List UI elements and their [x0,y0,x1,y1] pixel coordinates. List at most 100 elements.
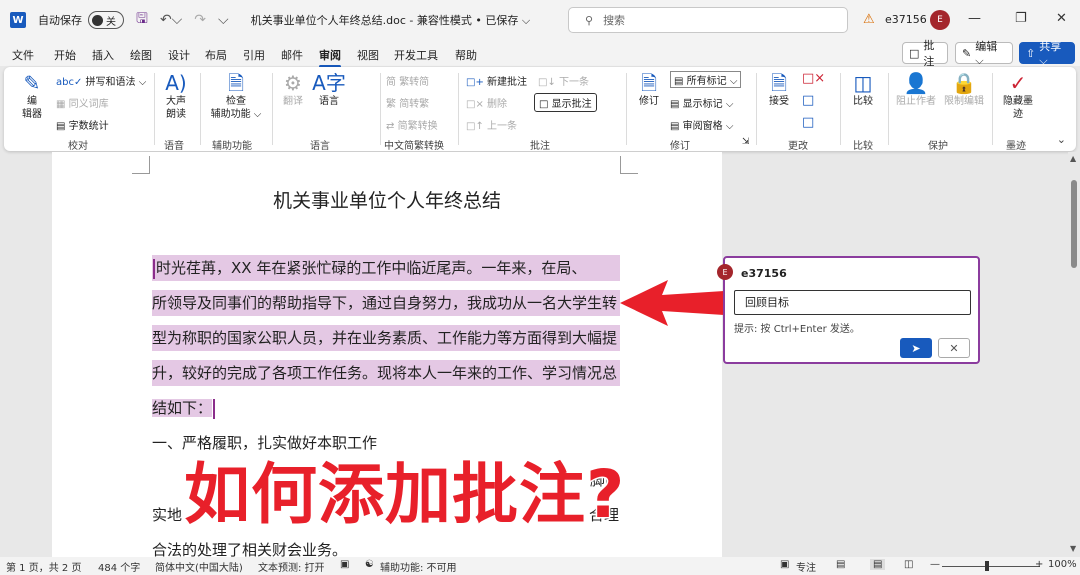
delete-comment-button[interactable]: □× 删除 [466,95,507,110]
trad-to-simp-button[interactable]: 简 繁转简 [386,73,429,88]
show-comments-button[interactable]: □ 显示批注 [534,93,597,112]
previous-comment-button[interactable]: □↑ 上一条 [466,117,517,132]
markup-select[interactable]: ▤ 所有标记 ⌵ [670,71,742,88]
paragraph-text[interactable]: 合法的处理了相关财会业务。 [152,537,347,557]
focus-icon: ▣ [780,559,790,570]
proofing-group-label: 校对 [68,141,88,152]
block-authors-button[interactable]: 👤 阻止作者 [894,71,938,108]
zoom-slider-thumb[interactable] [985,561,989,571]
simp-trad-convert-button[interactable]: ⇄ 简繁转换 [386,117,438,132]
tab-view[interactable]: 视图 [357,47,379,63]
section-heading[interactable]: 一、严格履职，扎实做好本职工作 [152,430,377,456]
avatar[interactable]: E [930,10,950,30]
zoom-in-icon[interactable]: + [1035,559,1043,570]
tab-design[interactable]: 设计 [168,47,190,63]
new-comment-button[interactable]: □+ 新建批注 [466,73,527,88]
editing-mode-button[interactable]: ✎ 编辑 ⌵ [955,40,1013,67]
language-button[interactable]: A字 语言 [312,71,346,108]
collapse-ribbon-icon[interactable]: ⌄ [1057,133,1066,146]
paragraph-line-selected[interactable]: 型为称职的国家公职人员，并在业务素质、工作能力等方面得到大幅提 [152,325,620,351]
zoom-level[interactable]: 100% [1048,559,1077,570]
macro-icon[interactable]: ▣ [340,559,349,570]
markup-icon: ▤ [674,76,684,87]
warning-icon[interactable]: ⚠ [863,12,875,27]
ribbon-separator [888,73,889,145]
document-heading[interactable]: 机关事业单位个人年终总结 [52,186,722,213]
hide-ink-button[interactable]: ✓ 隐藏墨 迹 [998,71,1038,121]
ribbon: ✎ 编 辑器 abc✓ 拼写和语法 ⌵ ▦ 同义词库 ▤ 字数统计 校对 A) … [4,67,1076,152]
paragraph-line-selected[interactable]: 所领导及同事们的帮助指导下，通过自身努力，我成功从一名大学生转 [152,290,620,316]
simp-to-trad-button[interactable]: 繁 简转繁 [386,95,429,110]
show-markup-label: 显示标记 ⌵ [682,99,734,110]
restore-icon[interactable]: ❐ [1015,11,1027,26]
paragraph-line-selected[interactable]: 升，较好的完成了各项工作任务。现将本人一年来的工作、学习情况总 [152,360,620,386]
accessibility-status[interactable]: 辅助功能: 不可用 [380,559,457,574]
simp-trad-convert-label: 简繁转换 [397,121,438,132]
next-change-icon[interactable]: □ [802,115,814,130]
tab-developer[interactable]: 开发工具 [394,47,438,63]
accept-button[interactable]: 🗎 接受 [762,71,796,108]
thesaurus-button[interactable]: ▦ 同义词库 [56,95,109,110]
minimize-icon[interactable]: — [968,11,981,26]
restrict-editing-button[interactable]: 🔒 限制编辑 [942,71,986,108]
review-pane-button[interactable]: ▤ 审阅窗格 ⌵ [670,117,733,132]
show-markup-button[interactable]: ▤ 显示标记 ⌵ [670,95,733,110]
comment-input[interactable]: 回顾目标 [734,290,971,315]
word-count-button[interactable]: ▤ 字数统计 [56,117,109,132]
reject-icon[interactable]: □× [802,71,825,86]
tab-file[interactable]: 文件 [12,47,34,63]
web-layout-icon[interactable]: ◫ [904,559,913,570]
translate-button[interactable]: ⚙ 翻译 [276,71,310,108]
spelling-grammar-button[interactable]: abc✓ 拼写和语法 ⌵ [56,73,146,88]
accessibility-check-icon: 🗎 [227,71,245,95]
vertical-scrollbar[interactable]: ▲ ▼ [1068,152,1080,557]
zoom-slider-track[interactable] [942,566,1040,567]
customize-toolbar-icon[interactable]: ⌵ [218,12,229,28]
word-count[interactable]: 484 个字 [98,559,140,574]
user-name[interactable]: e37156 [885,13,927,26]
tab-layout[interactable]: 布局 [205,47,227,63]
read-mode-icon[interactable]: ▤ [836,559,845,570]
comment-card[interactable]: E e37156 回顾目标 提示: 按 Ctrl+Enter 发送。 ➤ ✕ [717,256,980,364]
undo-icon[interactable]: ↶⌵ [160,12,182,28]
read-aloud-button[interactable]: A) 大声 朗读 [158,71,194,121]
document-title[interactable]: 机关事业单位个人年终总结.doc - 兼容性模式 • 已保存 ⌵ [251,12,531,28]
editor-button[interactable]: ✎ 编 辑器 [14,71,50,121]
tracking-dialog-launcher-icon[interactable]: ⇲ [742,137,750,147]
send-comment-button[interactable]: ➤ [900,338,932,358]
tab-references[interactable]: 引用 [243,47,265,63]
scroll-down-icon[interactable]: ▼ [1070,544,1076,553]
focus-mode-button[interactable]: 专注 [796,559,816,574]
comments-button[interactable]: □ 批注 [902,39,948,68]
tab-draw[interactable]: 绘图 [130,47,152,63]
tab-mailings[interactable]: 邮件 [281,47,303,63]
track-changes-button[interactable]: 🗎 修订 [632,71,666,108]
cancel-comment-button[interactable]: ✕ [938,338,970,358]
compare-button[interactable]: ◫ 比较 [846,71,880,108]
language-status[interactable]: 简体中文(中国大陆) [155,559,243,574]
check-accessibility-button[interactable]: 🗎 检查 辅助功能 ⌵ [206,71,266,121]
print-layout-icon[interactable]: ▤ [870,559,886,570]
zoom-out-icon[interactable]: — [930,559,940,570]
tab-help[interactable]: 帮助 [455,47,477,63]
paragraph-text[interactable]: 实地 [152,502,182,528]
text-prediction-status[interactable]: 文本预测: 打开 [258,559,325,574]
paragraph-line-selected[interactable]: 结如下： [152,395,216,421]
page-count[interactable]: 第 1 页，共 2 页 [6,559,81,574]
redo-icon[interactable]: ↷ [194,12,206,28]
tab-insert[interactable]: 插入 [92,47,114,63]
next-comment-button[interactable]: □↓ 下一条 [538,73,589,88]
ribbon-separator [272,73,273,145]
autosave-toggle[interactable]: 关 [88,11,124,29]
scroll-up-icon[interactable]: ▲ [1070,154,1076,163]
tab-review[interactable]: 审阅 [319,47,341,68]
share-button[interactable]: ⇧ 共享 ⌵ [1019,40,1075,67]
save-icon[interactable]: 🖫 [136,8,148,32]
search-input[interactable]: ⚲ 搜索 [568,7,848,33]
tab-home[interactable]: 开始 [54,47,76,63]
previous-change-icon[interactable]: □ [802,93,814,108]
paragraph-line-selected[interactable]: 时光荏苒，XX 年在紧张忙碌的工作中临近尾声。一年来，在局、 [152,255,620,281]
red-arrow-graphic [620,280,724,326]
scrollbar-thumb[interactable] [1071,180,1077,268]
close-icon[interactable]: ✕ [1056,11,1067,26]
